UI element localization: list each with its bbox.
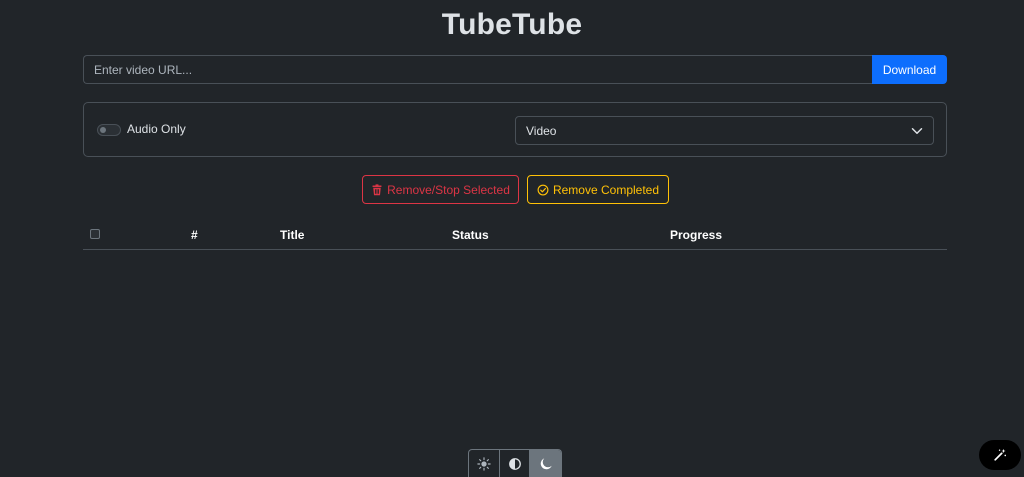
download-queue-table: # Title Status Progress <box>83 220 947 250</box>
download-button[interactable]: Download <box>872 55 947 84</box>
column-header-number: # <box>191 228 198 242</box>
column-header-progress: Progress <box>670 228 723 242</box>
queue-actions: Remove/Stop Selected Remove Completed <box>0 175 1024 204</box>
url-input-group: Download <box>83 55 947 84</box>
format-select[interactable]: Video <box>515 116 934 145</box>
moon-icon <box>540 458 552 470</box>
remove-stop-selected-button[interactable]: Remove/Stop Selected <box>362 175 519 204</box>
circle-half-icon <box>508 458 521 470</box>
app-root: TubeTube Download Audio Only Video <box>0 0 1024 477</box>
select-all-checkbox[interactable] <box>90 229 100 239</box>
remove-completed-button[interactable]: Remove Completed <box>527 175 669 204</box>
sun-icon <box>477 457 491 471</box>
toggle-knob <box>100 127 106 133</box>
theme-auto-button[interactable] <box>500 450 531 477</box>
magic-wand-icon <box>994 448 1007 461</box>
check-circle-icon <box>537 184 549 195</box>
theme-dark-button[interactable] <box>530 450 561 477</box>
column-header-status: Status <box>452 228 489 242</box>
video-url-input[interactable] <box>83 55 872 84</box>
magic-wand-button[interactable] <box>979 440 1021 470</box>
options-card: Audio Only Video <box>83 102 947 157</box>
trash-icon <box>372 183 382 195</box>
theme-switcher <box>468 449 562 477</box>
remove-completed-label: Remove Completed <box>552 182 660 197</box>
audio-only-toggle[interactable] <box>97 124 121 136</box>
column-header-title: Title <box>280 228 305 242</box>
format-select-value: Video <box>526 123 557 138</box>
app-title: TubeTube <box>441 8 583 41</box>
chevron-down-icon <box>911 127 923 134</box>
theme-light-button[interactable] <box>469 450 500 477</box>
audio-only-label[interactable]: Audio Only <box>127 122 186 136</box>
remove-stop-selected-label: Remove/Stop Selected <box>387 182 510 197</box>
